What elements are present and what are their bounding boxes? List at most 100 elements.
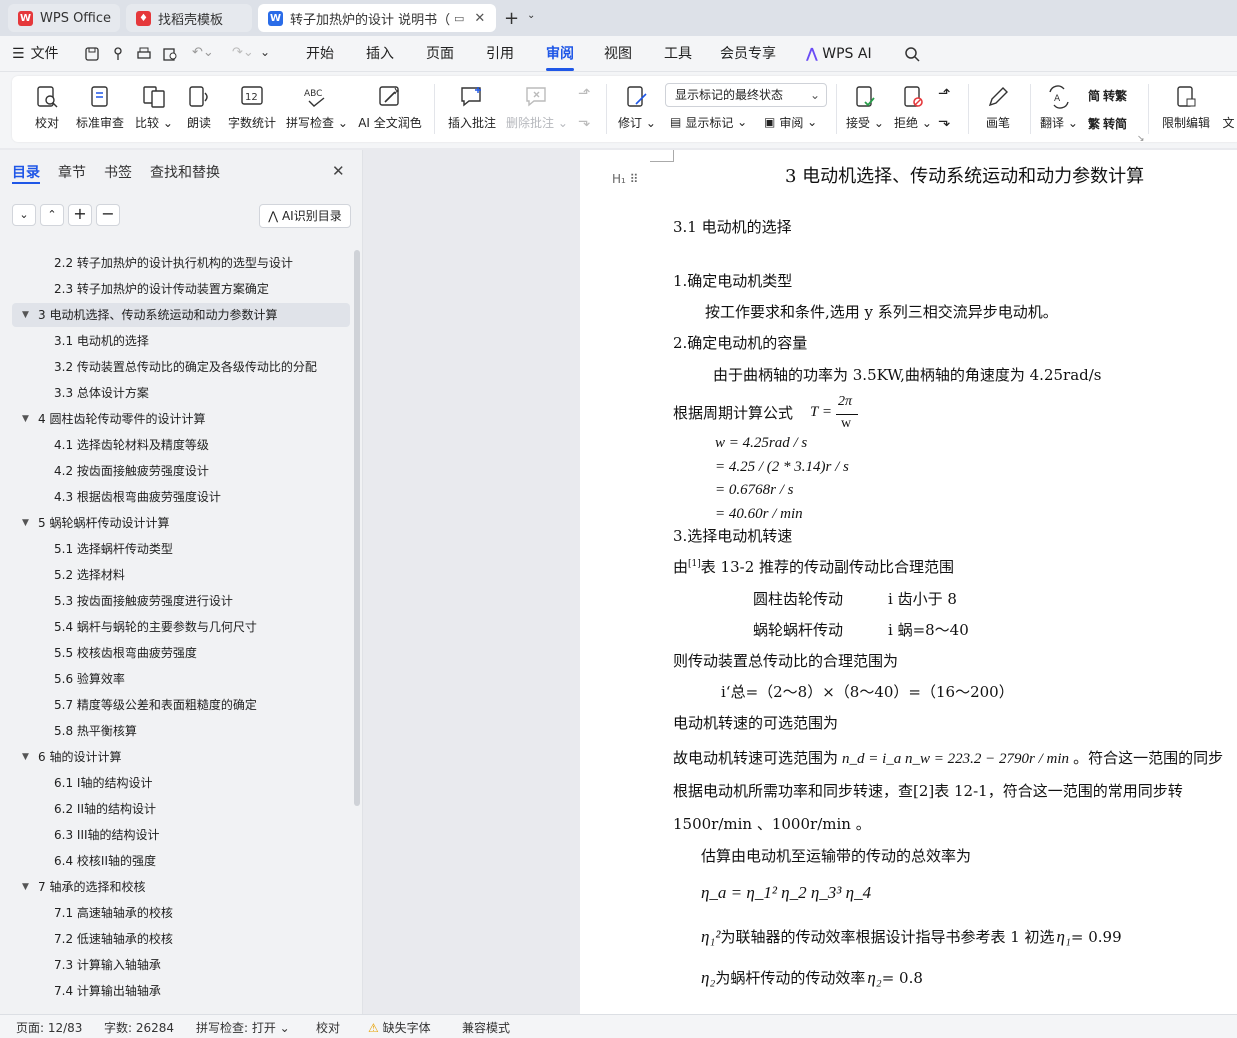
toc-item[interactable]: 6.3 III轴的结构设计: [12, 823, 350, 847]
collapse-down-icon[interactable]: ⌄: [12, 204, 36, 226]
next-comment-icon[interactable]: ⬎: [578, 112, 591, 130]
toc-item[interactable]: 3.2 传动装置总传动比的确定及各级传动比的分配: [12, 355, 350, 379]
menu-reference[interactable]: 引用: [486, 36, 514, 72]
delete-comment-button[interactable]: 删除批注 ⌄: [506, 76, 568, 142]
toc-item[interactable]: ▼ 3 电动机选择、传动系统运动和动力参数计算: [12, 303, 350, 327]
track-changes-button[interactable]: 修订 ⌄: [618, 76, 656, 142]
ai-toc-button[interactable]: ⋀ AI识别目录: [259, 204, 351, 228]
menu-file[interactable]: ☰ 文件: [12, 36, 59, 72]
spell-check-button[interactable]: ABC 拼写检查 ⌄: [286, 76, 348, 142]
toc-item[interactable]: 5.8 热平衡核算: [12, 719, 350, 743]
menu-start[interactable]: 开始: [306, 36, 334, 72]
next-change-icon[interactable]: ⬎: [938, 112, 951, 130]
toc-item[interactable]: 4.2 按齿面接触疲劳强度设计: [12, 459, 350, 483]
pen-button[interactable]: 画笔: [980, 76, 1016, 142]
toc-item[interactable]: 5.6 验算效率: [12, 667, 350, 691]
menu-review[interactable]: 审阅: [546, 36, 574, 72]
toc-item[interactable]: ▼ 7 轴承的选择和校核: [12, 875, 350, 899]
print-icon[interactable]: [136, 46, 152, 62]
redo-icon[interactable]: ↷⌄: [232, 45, 254, 60]
document-page[interactable]: H₁ ⠿ 3 电动机选择、传动系统运动和动力参数计算 3.1 电动机的选择 1.…: [580, 150, 1237, 1014]
standard-review-button[interactable]: 标准审查: [74, 76, 126, 142]
review-pane-button[interactable]: ▣ 审阅 ⌄: [764, 111, 817, 133]
toc-item[interactable]: ▼ 4 圆柱齿轮传动零件的设计计算: [12, 407, 350, 431]
panel-tab-chapter[interactable]: 章节: [58, 162, 86, 182]
toc-item[interactable]: 6.2 II轴的结构设计: [12, 797, 350, 821]
expand-arrow-icon[interactable]: ▼: [22, 407, 29, 431]
toc-item[interactable]: 7.4 计算输出轴轴承: [12, 979, 350, 1003]
search-icon[interactable]: [904, 46, 921, 63]
toc-item[interactable]: 2.2 转子加热炉的设计执行机构的选型与设计: [12, 251, 350, 275]
toc-item[interactable]: 6.1 I轴的结构设计: [12, 771, 350, 795]
close-panel-icon[interactable]: ✕: [332, 162, 345, 180]
new-tab-icon[interactable]: +: [504, 8, 519, 29]
word-count-indicator[interactable]: 字数: 26284: [104, 1019, 174, 1036]
toc-item[interactable]: 4.3 根据齿根弯曲疲劳强度设计: [12, 485, 350, 509]
menu-member[interactable]: 会员专享: [720, 36, 776, 72]
tab-document[interactable]: W 转子加热炉的设计 说明书（论 ▭ ✕: [258, 4, 496, 32]
heading-marker[interactable]: H₁ ⠿: [612, 172, 638, 186]
toc-item[interactable]: 7.3 计算输入轴轴承: [12, 953, 350, 977]
proofread-button[interactable]: 校对: [30, 76, 64, 142]
undo-icon[interactable]: ↶⌄: [192, 45, 214, 60]
ai-polish-button[interactable]: AI 全文润色: [356, 76, 424, 142]
toc-item[interactable]: 2.3 转子加热炉的设计传动装置方案确定: [12, 277, 350, 301]
share-icon[interactable]: [110, 46, 126, 62]
toc-item[interactable]: 5.1 选择蜗杆传动类型: [12, 537, 350, 561]
save-icon[interactable]: [84, 46, 100, 62]
toc-item[interactable]: 5.5 校核齿根弯曲疲劳强度: [12, 641, 350, 665]
markup-display-select[interactable]: 显示标记的最终状态 ⌄: [665, 83, 827, 107]
more-chevron-icon[interactable]: ⌄: [260, 45, 270, 59]
collapse-up-icon[interactable]: ⌃: [40, 204, 64, 226]
restrict-edit-button[interactable]: 限制编辑: [1160, 76, 1212, 142]
to-traditional-button[interactable]: 简转繁: [1088, 84, 1127, 106]
toc-item[interactable]: 4.1 选择齿轮材料及精度等级: [12, 433, 350, 457]
close-tab-icon[interactable]: ✕: [474, 11, 485, 26]
menu-wps-ai[interactable]: ⋀ WPS AI: [806, 36, 872, 72]
toc-item[interactable]: 7.2 低速轴轴承的校核: [12, 927, 350, 951]
tab-wps-office[interactable]: W WPS Office: [8, 4, 120, 32]
compare-button[interactable]: 比较 ⌄: [134, 76, 174, 142]
menu-tools[interactable]: 工具: [664, 36, 692, 72]
toc-item[interactable]: 5.2 选择材料: [12, 563, 350, 587]
word-count-button[interactable]: 12 字数统计: [226, 76, 278, 142]
toc-item[interactable]: 5.4 蜗杆与蜗轮的主要参数与几何尺寸: [12, 615, 350, 639]
read-aloud-button[interactable]: 朗读: [184, 76, 214, 142]
toc-item[interactable]: 3.3 总体设计方案: [12, 381, 350, 405]
toc-item[interactable]: ▼ 6 轴的设计计算: [12, 745, 350, 769]
print-preview-icon[interactable]: [162, 46, 178, 62]
panel-tab-find-replace[interactable]: 查找和替换: [150, 162, 220, 182]
add-heading-icon[interactable]: +: [68, 204, 92, 226]
window-icon[interactable]: ▭: [454, 12, 464, 25]
toc-item[interactable]: ▼ 5 蜗轮蜗杆传动设计计算: [12, 511, 350, 535]
prev-comment-icon[interactable]: ⬏: [578, 84, 591, 102]
compat-mode-status[interactable]: 兼容模式: [462, 1019, 510, 1036]
insert-comment-button[interactable]: 插入批注: [446, 76, 498, 142]
toc-item[interactable]: 7.1 高速轴轴承的校核: [12, 901, 350, 925]
toc-item[interactable]: 5.7 精度等级公差和表面粗糙度的确定: [12, 693, 350, 717]
menu-page[interactable]: 页面: [426, 36, 454, 72]
remove-heading-icon[interactable]: −: [96, 204, 120, 226]
expand-arrow-icon[interactable]: ▼: [22, 875, 29, 899]
doc-partial-button[interactable]: 文: [1220, 76, 1237, 142]
expand-arrow-icon[interactable]: ▼: [22, 745, 29, 769]
expand-arrow-icon[interactable]: ▼: [22, 303, 29, 327]
show-markup-button[interactable]: ▤ 显示标记 ⌄: [670, 111, 747, 133]
tab-template[interactable]: ♦ 找稻壳模板: [126, 4, 252, 32]
reject-button[interactable]: 拒绝 ⌄: [894, 76, 932, 142]
toc-item[interactable]: 6.4 校核II轴的强度: [12, 849, 350, 873]
accept-button[interactable]: 接受 ⌄: [846, 76, 884, 142]
ribbon-expand-icon[interactable]: ↘: [1137, 134, 1145, 144]
translate-button[interactable]: A 翻译 ⌄: [1040, 76, 1078, 142]
spell-check-status[interactable]: 拼写检查: 打开 ⌄: [196, 1019, 290, 1036]
chevron-down-icon[interactable]: ⌄: [527, 10, 535, 21]
to-simplified-button[interactable]: 繁转简: [1088, 112, 1127, 134]
prev-change-icon[interactable]: ⬏: [938, 84, 951, 102]
page-indicator[interactable]: 页面: 12/83: [16, 1019, 82, 1036]
toc-item[interactable]: 3.1 电动机的选择: [12, 329, 350, 353]
missing-font-status[interactable]: ⚠ 缺失字体: [368, 1019, 431, 1036]
expand-arrow-icon[interactable]: ▼: [22, 511, 29, 535]
panel-scrollbar[interactable]: [354, 250, 360, 806]
proofread-status[interactable]: 校对: [316, 1019, 340, 1036]
menu-view[interactable]: 视图: [604, 36, 632, 72]
